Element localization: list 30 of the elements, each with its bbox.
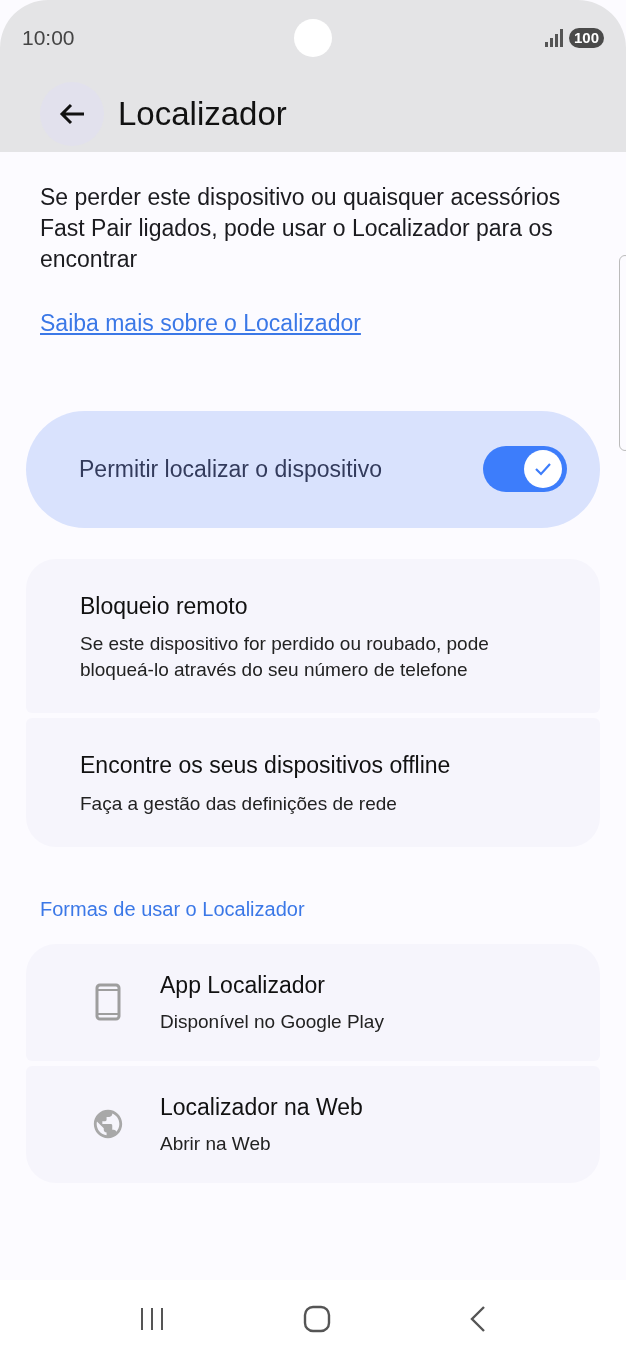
item-subtitle: Abrir na Web [160, 1132, 272, 1156]
signal-icon [544, 28, 565, 47]
back-icon[interactable] [469, 1305, 487, 1333]
item-subtitle: Se este dispositivo for perdido ou roubado, pode bloqueá-lo através do seu número de telefone [80, 632, 490, 682]
item-title: App Localizador [160, 970, 326, 1000]
check-icon [534, 462, 552, 476]
phone-icon [95, 983, 121, 1021]
settings-item[interactable]: Encontre os seus dispositivos offline Faça a gestão das definições de rede [26, 718, 600, 847]
settings-item[interactable]: Bloqueio remoto Se este dispositivo for perdido ou roubado, pode bloqueá-lo através do seu número de telefone [26, 558, 600, 713]
item-title: Encontre os seus dispositivos offline [80, 751, 452, 780]
battery-indicator: 100 [568, 27, 604, 48]
status-time: 10:00 [22, 24, 75, 51]
section-header: Formas de usar o Localizador [40, 896, 306, 922]
page-title: Localizador [118, 93, 287, 134]
camera-cutout [294, 19, 332, 57]
settings-item[interactable]: Localizador na Web Abrir na Web [26, 1065, 600, 1183]
main-switch-card[interactable]: Permitir localizar o dispositivo [26, 410, 600, 528]
toggle-switch[interactable] [483, 446, 567, 492]
learn-more-link[interactable]: Saiba mais sobre o Localizador [40, 306, 361, 341]
item-subtitle: Faça a gestão das definições de rede [80, 791, 398, 816]
home-icon[interactable] [303, 1305, 331, 1333]
back-arrow-icon [58, 101, 86, 126]
item-subtitle: Disponível no Google Play [160, 1010, 384, 1034]
globe-icon [91, 1107, 125, 1141]
description-text: Se perder este dispositivo ou quaisquer acessórios Fast Pair ligados, pode usar o Localizador para os encontrar [40, 183, 562, 274]
item-title: Localizador na Web [160, 1092, 363, 1122]
settings-item[interactable]: App Localizador Disponível no Google Play [26, 943, 600, 1061]
switch-label: Permitir localizar o dispositivo [79, 454, 382, 484]
recent-apps-icon[interactable] [139, 1306, 165, 1332]
item-title: Bloqueio remoto [80, 591, 249, 621]
